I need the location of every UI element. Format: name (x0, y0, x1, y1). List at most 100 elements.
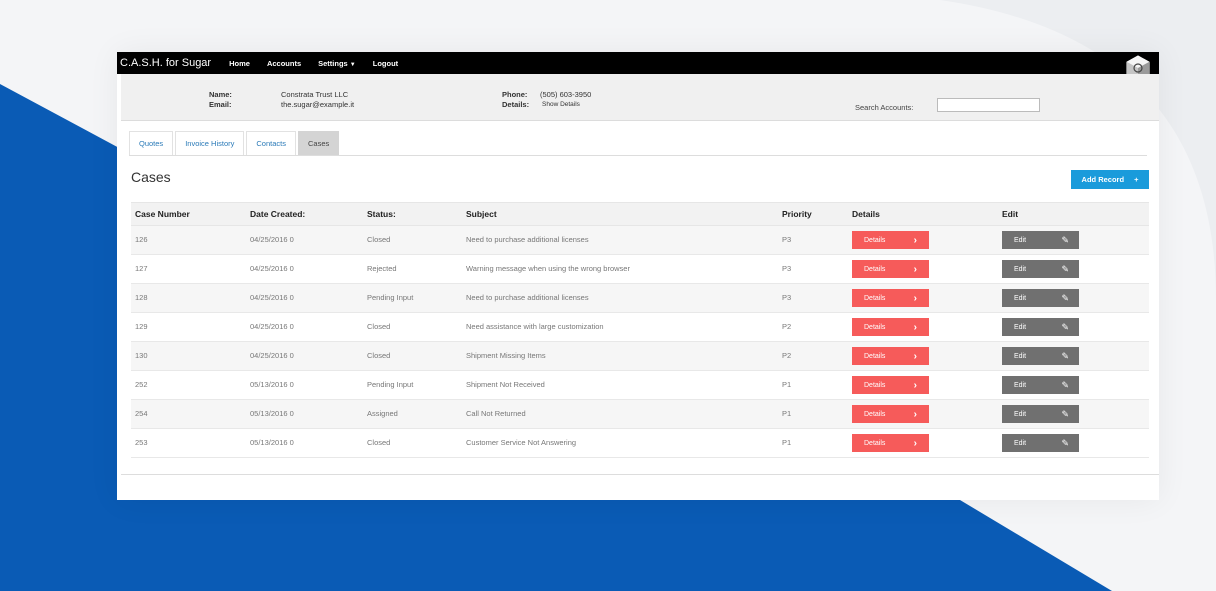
date-created-cell: 05/13/2016 0 (250, 380, 294, 389)
nav-accounts[interactable]: Accounts (267, 59, 301, 68)
pencil-icon: ✎ (1061, 292, 1069, 303)
edit-button[interactable]: Edit ✎ (1002, 376, 1079, 394)
details-button-label: Details (864, 265, 886, 273)
tab-invoice-history[interactable]: Invoice History (175, 131, 245, 155)
app-window: C.A.S.H. for Sugar Home Accounts Setting… (117, 52, 1159, 500)
edit-button[interactable]: Edit ✎ (1002, 434, 1079, 452)
subject-cell: Warning message when using the wrong bro… (466, 264, 630, 273)
edit-button-label: Edit (1014, 265, 1027, 273)
search-accounts-input[interactable] (937, 98, 1040, 112)
edit-button-label: Edit (1014, 352, 1027, 360)
column-header-case-number: Case Number (135, 209, 190, 219)
details-button[interactable]: Details › (852, 405, 929, 423)
details-button[interactable]: Details › (852, 347, 929, 365)
details-button-label: Details (864, 439, 886, 447)
account-phone: (505) 603-3950 (540, 90, 592, 99)
account-info-bar: Name: Constrata Trust LLC Email: the.sug… (121, 74, 1159, 121)
edit-button[interactable]: Edit ✎ (1002, 347, 1079, 365)
status-cell: Pending Input (367, 380, 414, 389)
edit-button[interactable]: Edit ✎ (1002, 231, 1079, 249)
chevron-right-icon: › (913, 437, 917, 449)
tab-contacts[interactable]: Contacts (246, 131, 296, 155)
details-button[interactable]: Details › (852, 318, 929, 336)
status-cell: Assigned (367, 409, 398, 418)
edit-button[interactable]: Edit ✎ (1002, 405, 1079, 423)
subject-cell: Shipment Missing Items (466, 351, 546, 360)
column-header-edit: Edit (1002, 209, 1019, 219)
details-button[interactable]: Details › (852, 376, 929, 394)
details-button[interactable]: Details › (852, 289, 929, 307)
chevron-right-icon: › (913, 350, 917, 362)
cases-table: Case Number Date Created: Status: Subjec… (131, 202, 1149, 458)
tab-cases[interactable]: Cases (297, 131, 340, 155)
case-number-cell: 128 (135, 293, 148, 302)
priority-cell: P3 (782, 264, 792, 273)
edit-button-label: Edit (1014, 323, 1027, 331)
edit-button[interactable]: Edit ✎ (1002, 289, 1079, 307)
edit-button-label: Edit (1014, 410, 1027, 418)
column-header-details: Details (852, 209, 880, 219)
priority-cell: P1 (782, 409, 792, 418)
subject-cell: Shipment Not Received (466, 380, 545, 389)
tab-bar: Quotes Invoice History Contacts Cases (129, 131, 1147, 156)
edit-button-label: Edit (1014, 381, 1027, 389)
table-body: 126 04/25/2016 0 Closed Need to purchase… (131, 226, 1149, 458)
table-row: 128 04/25/2016 0 Pending Input Need to p… (131, 284, 1149, 313)
priority-cell: P1 (782, 438, 792, 447)
nav-settings[interactable]: Settings ▼ (318, 59, 356, 68)
chevron-right-icon: › (913, 379, 917, 391)
show-details-link[interactable]: Show Details (542, 101, 580, 108)
add-record-button[interactable]: Add Record + (1071, 170, 1149, 189)
date-created-cell: 04/25/2016 0 (250, 235, 294, 244)
add-record-label: Add Record (1081, 175, 1125, 184)
column-header-status: Status: (367, 209, 396, 219)
table-header: Case Number Date Created: Status: Subjec… (131, 202, 1149, 226)
account-name: Constrata Trust LLC (281, 90, 349, 99)
priority-cell: P2 (782, 322, 792, 331)
case-number-cell: 129 (135, 322, 148, 331)
date-created-cell: 05/13/2016 0 (250, 409, 294, 418)
edit-button-label: Edit (1014, 236, 1027, 244)
details-button[interactable]: Details › (852, 260, 929, 278)
top-navbar: C.A.S.H. for Sugar Home Accounts Setting… (117, 52, 1159, 81)
edit-button[interactable]: Edit ✎ (1002, 260, 1079, 278)
chevron-right-icon: › (913, 234, 917, 246)
pencil-icon: ✎ (1061, 263, 1069, 274)
date-created-cell: 04/25/2016 0 (250, 322, 294, 331)
column-header-priority: Priority (782, 209, 812, 219)
date-created-cell: 04/25/2016 0 (250, 293, 294, 302)
column-header-date-created: Date Created: (250, 209, 306, 219)
chevron-right-icon: › (913, 321, 917, 333)
pencil-icon: ✎ (1061, 350, 1069, 361)
details-button-label: Details (864, 381, 886, 389)
status-cell: Closed (367, 322, 391, 331)
status-cell: Rejected (367, 264, 397, 273)
case-number-cell: 253 (135, 438, 148, 447)
case-number-cell: 130 (135, 351, 148, 360)
case-number-cell: 127 (135, 264, 148, 273)
edit-button[interactable]: Edit ✎ (1002, 318, 1079, 336)
nav-logout[interactable]: Logout (373, 59, 398, 68)
case-number-cell: 254 (135, 409, 148, 418)
pencil-icon: ✎ (1061, 321, 1069, 332)
date-created-cell: 04/25/2016 0 (250, 264, 294, 273)
details-button[interactable]: Details › (852, 434, 929, 452)
account-email: the.sugar@example.it (281, 100, 355, 109)
details-button[interactable]: Details › (852, 231, 929, 249)
search-label: Search Accounts: (855, 103, 914, 112)
email-label: Email: (209, 100, 232, 109)
table-row: 126 04/25/2016 0 Closed Need to purchase… (131, 226, 1149, 255)
nav-home[interactable]: Home (229, 59, 250, 68)
cases-panel: Cases Add Record + Case Number Date Crea… (121, 156, 1159, 475)
details-button-label: Details (864, 352, 886, 360)
brand-title[interactable]: C.A.S.H. for Sugar (120, 57, 211, 69)
tab-quotes[interactable]: Quotes (129, 131, 174, 155)
status-cell: Pending Input (367, 293, 414, 302)
edit-button-label: Edit (1014, 439, 1027, 447)
chevron-right-icon: › (913, 408, 917, 420)
status-cell: Closed (367, 235, 391, 244)
details-label: Details: (502, 100, 530, 109)
name-label: Name: (209, 90, 232, 99)
details-button-label: Details (864, 323, 886, 331)
subject-cell: Call Not Returned (466, 409, 526, 418)
